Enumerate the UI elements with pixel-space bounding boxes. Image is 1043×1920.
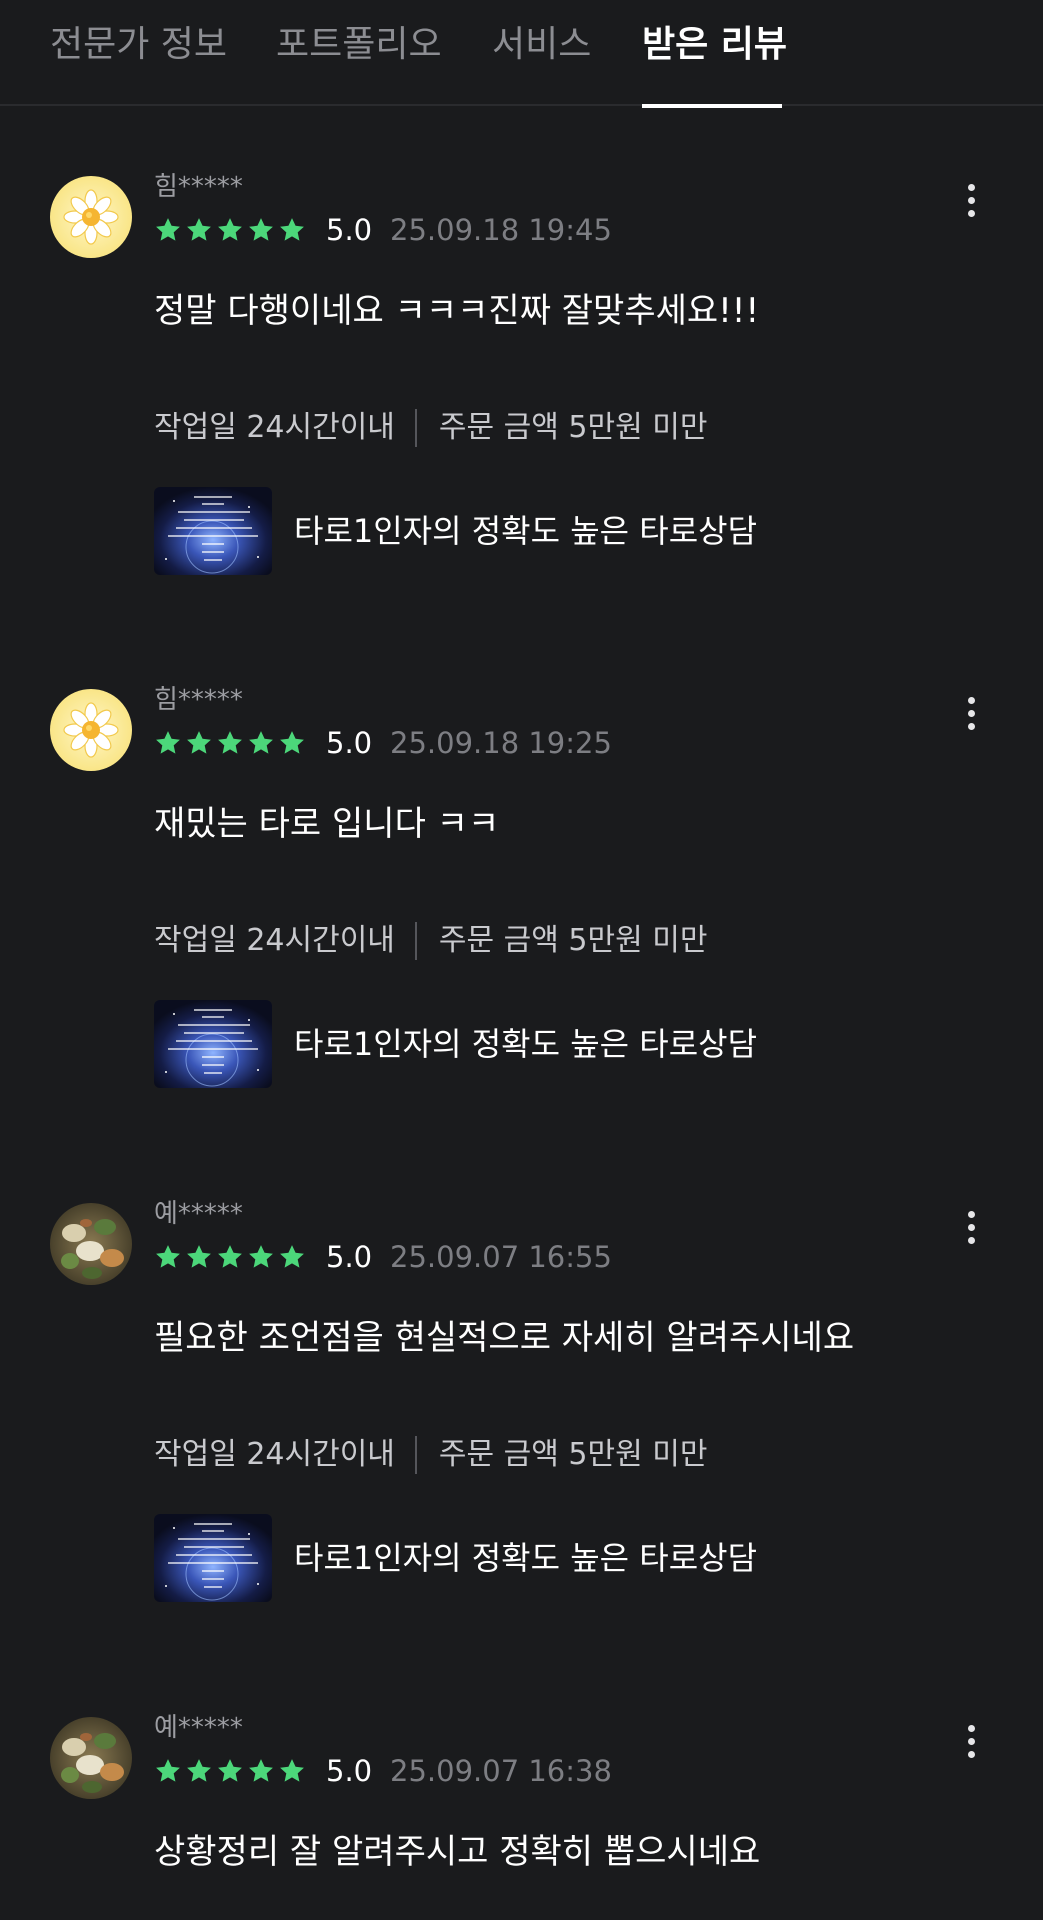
review-item: 예***** 5.0 25.09.07 16:38 상황정리 잘 알려주시고 정… [0, 1713, 1043, 1920]
review-comment: 정말 다행이네요 ㅋㅋㅋ진짜 잘맞추세요!!! [154, 291, 760, 331]
review-date: 25.09.18 19:25 [390, 726, 612, 760]
review-item: 힘***** 5.0 25.09.18 19:45 정말 다행이네요 ㅋㅋㅋ진짜… [0, 172, 1043, 676]
meta-divider [414, 922, 417, 960]
more-options-icon[interactable] [956, 1721, 986, 1761]
star-icon [185, 1243, 213, 1273]
star-icon [216, 729, 244, 759]
review-comment: 상황정리 잘 알려주시고 정확히 뽑으시네요 [154, 1832, 761, 1872]
work-period: 작업일 24시간이내 [154, 1437, 395, 1472]
star-icon [185, 216, 213, 246]
star-rating [154, 1757, 306, 1787]
review-date: 25.09.18 19:45 [390, 213, 612, 247]
star-icon [278, 216, 306, 246]
star-icon [278, 729, 306, 759]
more-options-icon[interactable] [956, 1207, 986, 1247]
star-rating [154, 729, 306, 759]
service-title: 타로1인자의 정확도 높은 타로상담 [294, 512, 758, 550]
star-icon [247, 1757, 275, 1787]
service-thumbnail [154, 1000, 272, 1088]
food-photo-avatar-icon [50, 1203, 132, 1285]
order-amount: 주문 금액 5만원 미만 [438, 410, 708, 445]
service-thumbnail [154, 1514, 272, 1602]
star-icon [185, 1757, 213, 1787]
work-period: 작업일 24시간이내 [154, 923, 395, 958]
star-icon [154, 729, 182, 759]
meta-divider [414, 1436, 417, 1474]
review-date: 25.09.07 16:55 [390, 1240, 612, 1274]
star-icon [216, 1243, 244, 1273]
star-icon [278, 1757, 306, 1787]
review-comment: 재밌는 타로 입니다 ㅋㅋ [154, 804, 500, 844]
service-title: 타로1인자의 정확도 높은 타로상담 [294, 1539, 758, 1577]
review-comment: 필요한 조언점을 현실적으로 자세히 알려주시네요 [154, 1318, 855, 1358]
reviewer-name: 예***** [154, 1713, 243, 1743]
food-photo-avatar-icon [50, 1717, 132, 1799]
service-link[interactable]: 타로1인자의 정확도 높은 타로상담 [154, 1513, 757, 1603]
more-options-icon[interactable] [956, 180, 986, 220]
meta-divider [414, 409, 417, 447]
star-icon [247, 729, 275, 759]
order-amount: 주문 금액 5만원 미만 [438, 923, 708, 958]
flower-avatar-icon [50, 176, 132, 258]
star-icon [185, 729, 213, 759]
tab-bar: 전문가 정보 포트폴리오 서비스 받은 리뷰 [0, 0, 1043, 108]
star-icon [154, 216, 182, 246]
review-item: 힘***** 5.0 25.09.18 19:25 재밌는 타로 입니다 ㅋㅋ … [0, 685, 1043, 1189]
order-amount: 주문 금액 5만원 미만 [438, 1437, 708, 1472]
tab-service[interactable]: 서비스 [492, 20, 591, 106]
order-meta: 작업일 24시간이내 주문 금액 5만원 미만 [154, 1433, 707, 1477]
tab-portfolio[interactable]: 포트폴리오 [276, 20, 442, 106]
reviewer-name: 힘***** [154, 172, 243, 202]
service-link[interactable]: 타로1인자의 정확도 높은 타로상담 [154, 999, 757, 1089]
star-rating [154, 216, 306, 246]
star-icon [154, 1757, 182, 1787]
rating-score: 5.0 [326, 1240, 373, 1274]
more-options-icon[interactable] [956, 693, 986, 733]
star-icon [216, 1757, 244, 1787]
star-icon [154, 1243, 182, 1273]
rating-score: 5.0 [326, 726, 373, 760]
rating-score: 5.0 [326, 1754, 373, 1788]
star-icon [247, 216, 275, 246]
star-icon [247, 1243, 275, 1273]
service-link[interactable]: 타로1인자의 정확도 높은 타로상담 [154, 486, 757, 576]
star-rating [154, 1243, 306, 1273]
star-icon [278, 1243, 306, 1273]
rating-score: 5.0 [326, 213, 373, 247]
star-icon [216, 216, 244, 246]
flower-avatar-icon [50, 689, 132, 771]
service-thumbnail [154, 487, 272, 575]
reviewer-name: 힘***** [154, 685, 243, 715]
review-item: 예***** 5.0 25.09.07 16:55 필요한 조언점을 현실적으로… [0, 1199, 1043, 1703]
tab-expert-info[interactable]: 전문가 정보 [50, 20, 227, 106]
order-meta: 작업일 24시간이내 주문 금액 5만원 미만 [154, 406, 707, 450]
order-meta: 작업일 24시간이내 주문 금액 5만원 미만 [154, 919, 707, 963]
reviewer-name: 예***** [154, 1199, 243, 1229]
work-period: 작업일 24시간이내 [154, 410, 395, 445]
review-date: 25.09.07 16:38 [390, 1754, 612, 1788]
service-title: 타로1인자의 정확도 높은 타로상담 [294, 1025, 758, 1063]
tab-received-reviews[interactable]: 받은 리뷰 [642, 20, 787, 108]
